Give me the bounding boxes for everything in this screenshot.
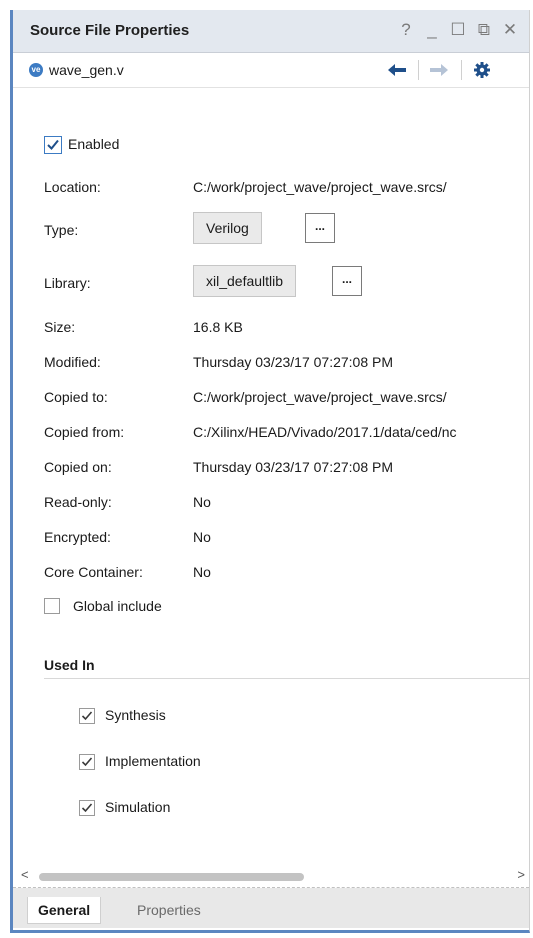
- core-container-label: Core Container:: [44, 564, 143, 580]
- nav-divider: [461, 60, 462, 80]
- simulation-checkbox[interactable]: [79, 800, 95, 816]
- type-label: Type:: [44, 222, 79, 238]
- gear-icon: [474, 62, 490, 78]
- help-icon[interactable]: ?: [393, 19, 419, 41]
- forward-button[interactable]: [425, 58, 453, 82]
- location-label: Location:: [44, 179, 101, 195]
- source-file-properties-panel: Source File Properties ? _ ☐ ⧉ ✕ ve wave…: [10, 10, 530, 933]
- maximize-icon[interactable]: ☐: [445, 19, 471, 41]
- copied-on-value: Thursday 03/23/17 07:27:08 PM: [193, 459, 394, 475]
- checkmark-icon: [81, 803, 93, 813]
- library-browse-button[interactable]: ...: [332, 266, 362, 296]
- library-label: Library:: [44, 275, 91, 291]
- location-value: C:/work/project_wave/project_wave.srcs/: [193, 179, 447, 195]
- tab-properties[interactable]: Properties: [127, 897, 211, 923]
- checkmark-icon: [47, 139, 59, 150]
- copied-to-label: Copied to:: [44, 389, 108, 405]
- panel-titlebar: Source File Properties ? _ ☐ ⧉ ✕: [13, 10, 529, 53]
- implementation-label: Implementation: [105, 753, 201, 769]
- close-icon[interactable]: ✕: [497, 19, 523, 41]
- read-only-value: No: [193, 494, 211, 510]
- copied-from-label: Copied from:: [44, 424, 125, 440]
- core-container-value: No: [193, 564, 211, 580]
- general-properties: Enabled Location: C:/work/project_wave/p…: [13, 88, 529, 865]
- size-label: Size:: [44, 319, 76, 335]
- back-button[interactable]: [383, 58, 411, 82]
- global-include-label: Global include: [73, 598, 162, 614]
- settings-button[interactable]: [468, 58, 496, 82]
- synthesis-label: Synthesis: [105, 707, 166, 723]
- size-value: 16.8 KB: [193, 319, 243, 335]
- scroll-left-icon[interactable]: <: [21, 867, 29, 882]
- verilog-file-icon: ve: [29, 63, 43, 77]
- nav-divider: [418, 60, 419, 80]
- type-browse-button[interactable]: ...: [305, 213, 335, 243]
- panel-tabs: General Properties: [13, 888, 529, 928]
- library-field: xil_defaultlib: [193, 265, 297, 297]
- arrow-right-icon: [430, 64, 448, 76]
- window-controls: ? _ ☐ ⧉ ✕: [393, 19, 523, 41]
- enabled-label: Enabled: [68, 136, 120, 152]
- scrollbar-thumb[interactable]: [39, 873, 304, 881]
- checkmark-icon: [81, 757, 93, 767]
- modified-label: Modified:: [44, 354, 101, 370]
- arrow-left-icon: [388, 64, 406, 76]
- synthesis-checkbox[interactable]: [79, 708, 95, 724]
- encrypted-label: Encrypted:: [44, 529, 111, 545]
- file-name: wave_gen.v: [49, 62, 124, 78]
- copied-from-value: C:/Xilinx/HEAD/Vivado/2017.1/data/ced/nc: [193, 424, 457, 440]
- used-in-heading: Used In: [44, 657, 95, 673]
- global-include-checkbox[interactable]: [44, 598, 60, 614]
- scroll-right-icon[interactable]: >: [517, 867, 525, 882]
- encrypted-value: No: [193, 529, 211, 545]
- implementation-checkbox[interactable]: [79, 754, 95, 770]
- float-icon[interactable]: ⧉: [471, 19, 497, 41]
- checkmark-icon: [81, 711, 93, 721]
- panel-title: Source File Properties: [30, 22, 190, 39]
- read-only-label: Read-only:: [44, 494, 112, 510]
- copied-on-label: Copied on:: [44, 459, 112, 475]
- tab-general[interactable]: General: [27, 897, 102, 924]
- modified-value: Thursday 03/23/17 07:27:08 PM: [193, 354, 394, 370]
- type-field: Verilog: [193, 212, 262, 244]
- minimize-icon[interactable]: _: [419, 19, 445, 41]
- enabled-checkbox[interactable]: [44, 136, 62, 154]
- horizontal-scrollbar[interactable]: < >: [13, 865, 529, 888]
- simulation-label: Simulation: [105, 799, 171, 815]
- file-header: ve wave_gen.v: [13, 53, 529, 88]
- section-divider: [44, 678, 529, 679]
- copied-to-value: C:/work/project_wave/project_wave.srcs/: [193, 389, 447, 405]
